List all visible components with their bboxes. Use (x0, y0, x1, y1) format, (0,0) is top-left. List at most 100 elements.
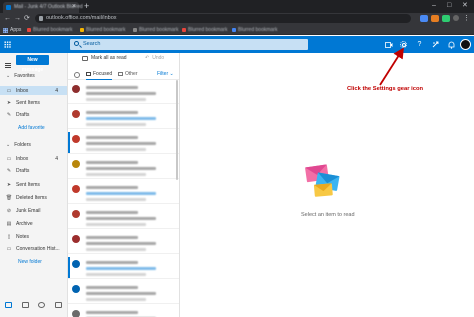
sidebar-item-drafts-favorite[interactable]: ✎ Drafts (0, 110, 67, 119)
bookmark-favicon-icon (133, 28, 137, 32)
bookmark-item[interactable]: Blurred bookmark (133, 27, 178, 33)
add-favorite-link[interactable]: Add favorite (18, 125, 45, 131)
sender-avatar (72, 260, 80, 268)
message-row[interactable] (68, 82, 179, 104)
profile-icon[interactable] (453, 15, 459, 21)
blurred-text (86, 292, 156, 295)
sender-avatar (72, 135, 80, 143)
tab-other[interactable]: Other (118, 71, 138, 77)
bookmark-favicon-icon (232, 28, 236, 32)
address-bar[interactable]: outlook.office.com/mail/inbox (35, 14, 411, 23)
favorites-label: Favorites (14, 73, 35, 79)
sidebar-item-label: Sent Items (16, 181, 40, 188)
bookmark-item[interactable]: Blurred bookmark (80, 27, 125, 33)
reload-icon[interactable]: ⟳ (24, 14, 30, 24)
blurred-text (86, 186, 138, 189)
notifications-bell-icon[interactable] (446, 39, 457, 50)
sidebar-item-junk[interactable]: ⊘ Junk Email (0, 206, 67, 215)
bookmark-item[interactable]: Blurred bookmark (182, 27, 227, 33)
sidebar-item-inbox-favorite[interactable]: ▭ Inbox 4 (0, 86, 67, 95)
sidebar-item-inbox[interactable]: ▭ Inbox 4 (0, 154, 67, 163)
help-icon[interactable]: ? (414, 39, 425, 50)
sidebar-item-deleted[interactable]: 🗑 Deleted Items (0, 193, 67, 202)
bookmark-label: Blurred bookmark (86, 27, 126, 33)
calendar-icon[interactable] (21, 302, 29, 308)
sidebar-item-label: Inbox (16, 155, 29, 162)
tab-focused[interactable]: Focused (86, 71, 113, 80)
back-icon[interactable]: ← (4, 14, 11, 24)
whats-new-icon[interactable] (430, 39, 441, 50)
message-row[interactable] (68, 307, 179, 317)
new-message-button[interactable]: New message (16, 55, 49, 73)
tab-close-icon[interactable]: × (72, 2, 76, 12)
blurred-text (86, 117, 156, 120)
browser-tab[interactable]: Mail - Junk 4/7 Outlook Blurred × (3, 2, 83, 13)
message-row[interactable] (68, 232, 179, 254)
meet-now-icon[interactable] (383, 39, 394, 50)
browser-menu-icon[interactable]: ⋮ (463, 14, 470, 24)
sidebar-item-archive[interactable]: ▤ Archive (0, 219, 67, 228)
people-icon[interactable] (38, 302, 46, 308)
account-avatar[interactable] (460, 39, 471, 50)
message-row[interactable] (68, 132, 179, 154)
sidebar-item-label: Junk Email (16, 207, 41, 214)
sidebar-item-conversation-history[interactable]: ▭ Conversation Hist... (0, 244, 67, 253)
bookmark-item[interactable]: Blurred bookmark (27, 27, 72, 33)
annotation-label: Click the Settings gear icon (347, 86, 424, 92)
sidebar-item-notes[interactable]: ▯ Notes (0, 232, 67, 241)
hamburger-menu-icon[interactable] (5, 63, 11, 68)
folders-header[interactable]: ⌄ Folders (6, 142, 31, 148)
favorites-header[interactable]: ⌄ Favorites (6, 73, 35, 79)
drafts-icon: ✎ (6, 167, 12, 174)
sidebar-item-sent-favorite[interactable]: ➤ Sent Items (0, 98, 67, 107)
browser-tabstrip: Mail - Junk 4/7 Outlook Blurred × + – □ … (0, 0, 474, 13)
apps-shortcut[interactable]: Apps (3, 27, 21, 33)
search-input[interactable]: Search (70, 39, 308, 50)
undo-button[interactable]: ↶ Undo (145, 55, 164, 61)
new-tab-button[interactable]: + (84, 1, 89, 11)
message-list-scrollbar[interactable] (176, 80, 178, 180)
sent-icon: ➤ (6, 99, 12, 106)
attachments-icon[interactable] (55, 302, 63, 308)
blurred-text (86, 242, 156, 245)
bookmark-favicon-icon (80, 28, 84, 32)
maximize-icon[interactable]: □ (447, 1, 451, 11)
settings-gear-icon[interactable] (398, 39, 409, 50)
blurred-text (86, 267, 156, 270)
sender-avatar (72, 210, 80, 218)
forward-icon[interactable]: → (14, 14, 21, 24)
app-launcher-icon[interactable] (4, 41, 11, 48)
sidebar-item-sent[interactable]: ➤ Sent Items (0, 180, 67, 189)
undo-icon: ↶ (145, 55, 150, 61)
message-row[interactable] (68, 207, 179, 229)
new-folder-link[interactable]: New folder (18, 259, 42, 265)
sidebar-item-drafts[interactable]: ✎ Drafts (0, 166, 67, 175)
blurred-text (86, 167, 156, 170)
sidebar-item-label: Notes (16, 233, 30, 240)
lock-icon (39, 16, 43, 21)
extension-icon[interactable] (442, 15, 450, 22)
message-row[interactable] (68, 107, 179, 129)
sender-avatar (72, 185, 80, 193)
sender-avatar (72, 160, 80, 168)
select-all-checkbox[interactable] (74, 72, 80, 78)
inbox-tabs: Focused Other Filter ⌄ (68, 70, 179, 80)
message-row[interactable] (68, 157, 179, 179)
mark-all-read-button[interactable]: Mark all as read (82, 55, 127, 61)
minimize-icon[interactable]: – (432, 1, 436, 11)
mail-icon[interactable] (4, 302, 12, 308)
extension-icon[interactable] (431, 15, 439, 22)
search-icon (74, 41, 79, 46)
sender-avatar (72, 285, 80, 293)
inbox-icon: ▭ (6, 87, 12, 94)
sidebar-item-label: Conversation Hist... (16, 245, 60, 252)
close-window-icon[interactable]: ✕ (462, 1, 468, 11)
filter-button[interactable]: Filter ⌄ (157, 71, 174, 77)
message-row[interactable] (68, 282, 179, 304)
message-row[interactable] (68, 257, 179, 279)
extension-icon[interactable] (420, 15, 428, 22)
browser-toolbar: ← → ⟳ outlook.office.com/mail/inbox ⋮ (0, 13, 474, 25)
message-list: Mark all as read ↶ Undo Focused Other Fi… (68, 53, 180, 317)
bookmark-item[interactable]: Blurred bookmark (232, 27, 277, 33)
message-row[interactable] (68, 182, 179, 204)
